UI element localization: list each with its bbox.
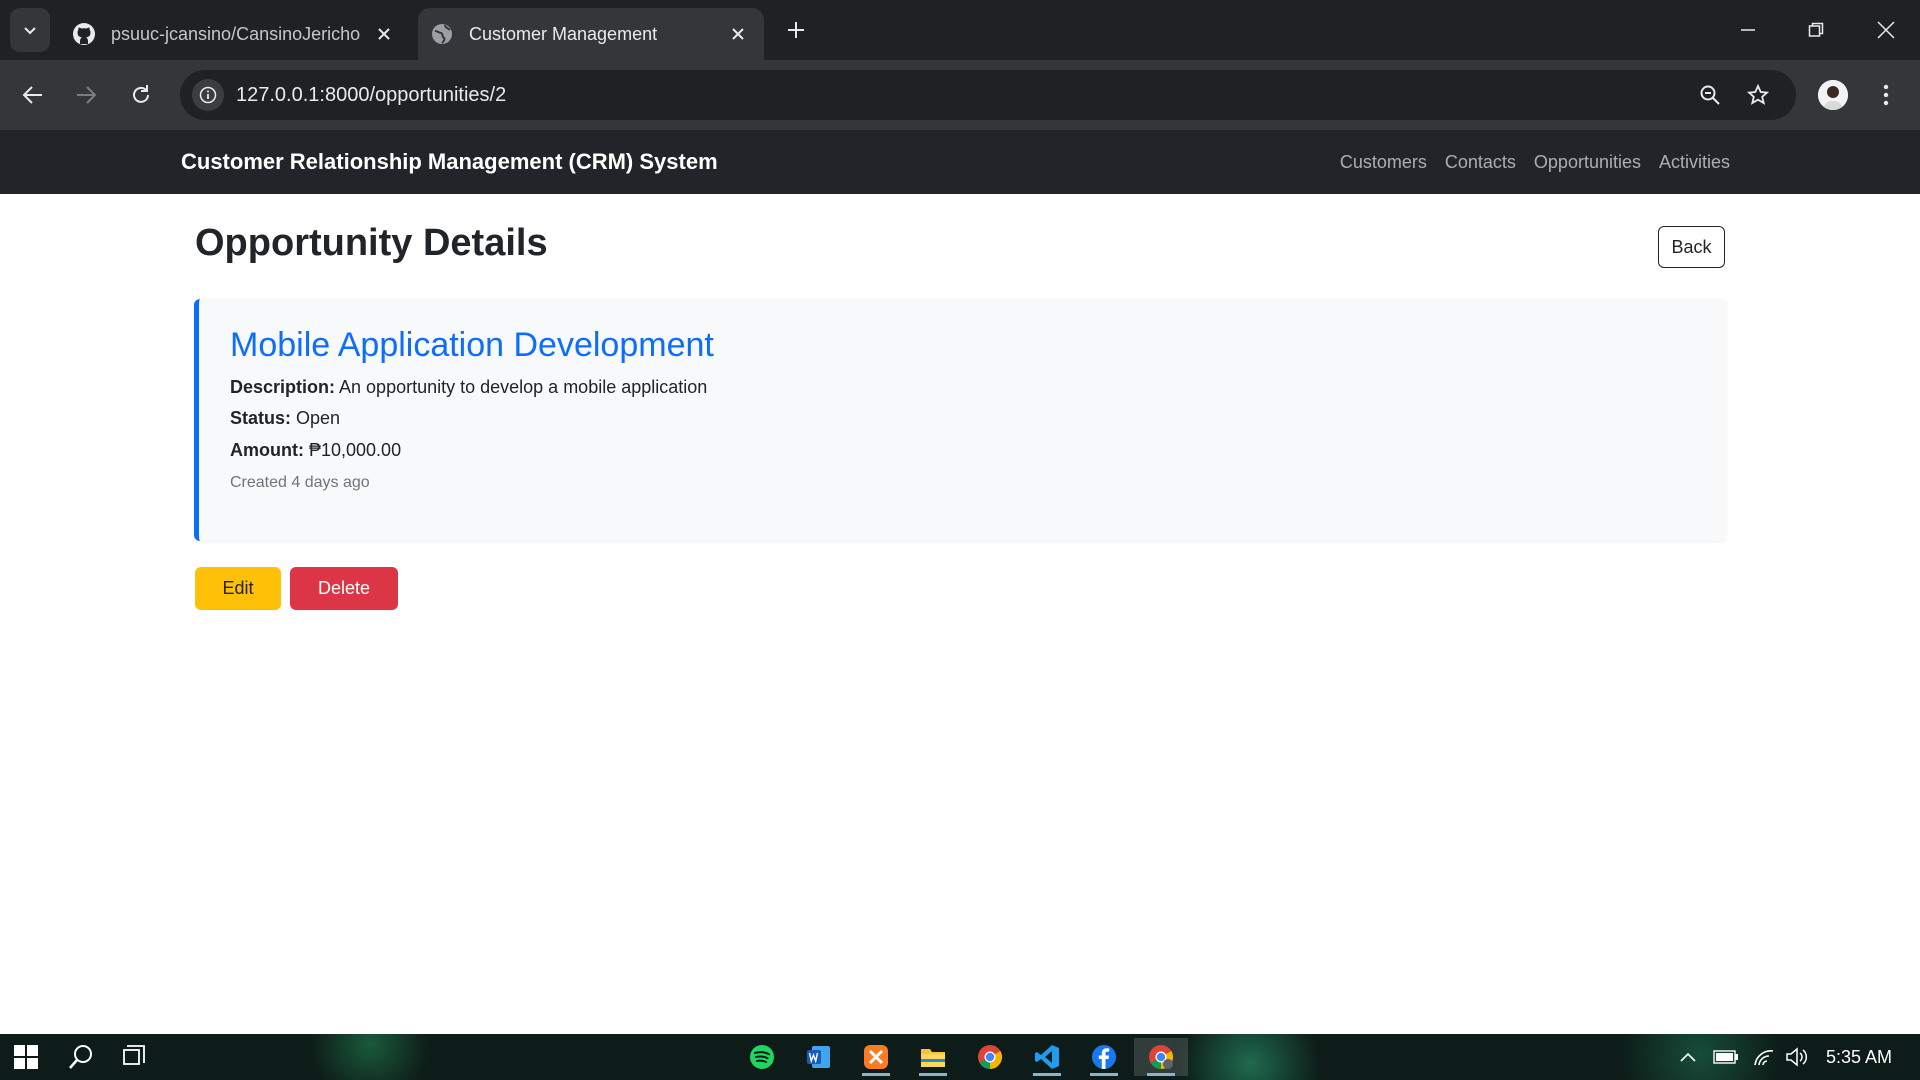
- taskbar-vscode[interactable]: [1025, 1038, 1069, 1076]
- facebook-icon: [1092, 1045, 1116, 1069]
- chevron-down-icon: [24, 27, 36, 35]
- network-status[interactable]: [1750, 1034, 1778, 1080]
- github-icon: [71, 21, 97, 47]
- close-tab-icon[interactable]: [724, 20, 752, 48]
- taskbar-chrome-profile[interactable]: [1134, 1038, 1188, 1076]
- taskbar-file-explorer[interactable]: [911, 1038, 955, 1076]
- zoom-icon[interactable]: [1694, 79, 1726, 111]
- chevron-up-icon: [1680, 1052, 1696, 1062]
- close-tab-icon[interactable]: [370, 20, 398, 48]
- plus-icon: [788, 22, 804, 38]
- wifi-icon: [1754, 1050, 1774, 1066]
- address-bar[interactable]: 127.0.0.1:8000/opportunities/2: [180, 70, 1796, 120]
- start-button[interactable]: [4, 1038, 48, 1076]
- taskbar-facebook[interactable]: [1082, 1038, 1126, 1076]
- taskbar: 5:35 AM: [0, 1034, 1920, 1080]
- amount-value: ₱10,000.00: [309, 440, 402, 460]
- restore-icon: [1808, 22, 1824, 37]
- new-tab-button[interactable]: [780, 14, 812, 46]
- browser-toolbar: 127.0.0.1:8000/opportunities/2: [0, 60, 1920, 130]
- more-vertical-icon: [1883, 84, 1889, 106]
- folder-icon: [921, 1049, 945, 1067]
- close-window-button[interactable]: [1866, 10, 1906, 50]
- taskbar-clock[interactable]: 5:35 AM: [1826, 1034, 1892, 1080]
- navbar-brand[interactable]: Customer Relationship Management (CRM) S…: [181, 130, 718, 194]
- arrow-left-icon: [22, 86, 42, 104]
- spotify-icon: [750, 1045, 774, 1069]
- description-label: Description:: [230, 377, 336, 397]
- word-icon: [807, 1046, 830, 1068]
- arrow-right-icon: [77, 86, 97, 104]
- delete-button[interactable]: Delete: [290, 567, 398, 610]
- minimize-button[interactable]: [1728, 10, 1768, 50]
- amount-field: Amount: ₱10,000.00: [230, 440, 401, 461]
- status-value: Open: [296, 408, 341, 428]
- tab-search-button[interactable]: [10, 8, 50, 52]
- tab-customer-management[interactable]: Customer Management: [418, 8, 764, 60]
- nav-link-opportunities[interactable]: Opportunities: [1534, 152, 1641, 173]
- description-field: Description: An opportunity to develop a…: [230, 377, 707, 398]
- amount-label: Amount:: [230, 440, 304, 460]
- chrome-profile-icon: [1149, 1045, 1174, 1069]
- description-value: An opportunity to develop a mobile appli…: [339, 377, 708, 397]
- app-navbar: Customer Relationship Management (CRM) S…: [0, 130, 1920, 194]
- tab-title: Customer Management: [469, 23, 658, 44]
- task-view-icon: [123, 1045, 145, 1065]
- opportunity-card: Mobile Application Development Descripti…: [194, 299, 1726, 541]
- status-field: Status: Open: [230, 408, 340, 429]
- reload-button[interactable]: [121, 75, 161, 115]
- url-text[interactable]: 127.0.0.1:8000/opportunities/2: [236, 70, 506, 120]
- nav-link-customers[interactable]: Customers: [1340, 152, 1427, 173]
- edit-button[interactable]: Edit: [195, 567, 281, 610]
- nav-link-activities[interactable]: Activities: [1659, 152, 1730, 173]
- battery-icon: [1713, 1050, 1738, 1064]
- battery-status[interactable]: [1712, 1034, 1740, 1080]
- minimize-icon: [1741, 29, 1755, 31]
- restore-button[interactable]: [1796, 10, 1836, 50]
- status-label: Status:: [230, 408, 292, 428]
- back-button[interactable]: Back: [1658, 226, 1725, 268]
- speaker-icon: [1786, 1047, 1808, 1067]
- reload-icon: [133, 85, 149, 103]
- globe-icon: [429, 21, 455, 47]
- chrome-icon: [978, 1045, 1003, 1069]
- taskbar-chrome[interactable]: [968, 1038, 1012, 1076]
- volume-control[interactable]: [1782, 1034, 1812, 1080]
- xampp-icon: [864, 1045, 888, 1069]
- created-timestamp: Created 4 days ago: [230, 474, 370, 491]
- browser-menu-button[interactable]: [1870, 75, 1902, 115]
- taskbar-word[interactable]: [797, 1038, 841, 1076]
- user-avatar-icon: [1818, 80, 1848, 110]
- forward-nav-button[interactable]: [66, 75, 106, 115]
- taskbar-xampp[interactable]: [854, 1038, 898, 1076]
- browser-tab-strip: psuuc-jcansino/CansinoJericho Customer M…: [0, 0, 1920, 60]
- page-title: Opportunity Details: [195, 222, 548, 264]
- taskbar-search-button[interactable]: [59, 1038, 103, 1076]
- navbar-links: Customers Contacts Opportunities Activit…: [1322, 130, 1730, 194]
- taskbar-spotify[interactable]: [740, 1038, 784, 1076]
- search-icon: [69, 1045, 92, 1069]
- nav-link-contacts[interactable]: Contacts: [1445, 152, 1516, 173]
- tray-overflow-button[interactable]: [1676, 1034, 1700, 1080]
- opportunity-name: Mobile Application Development: [230, 326, 714, 364]
- vscode-icon: [1035, 1045, 1059, 1069]
- site-info-icon[interactable]: [192, 79, 224, 111]
- back-nav-button[interactable]: [13, 75, 53, 115]
- tab-title: psuuc-jcansino/CansinoJericho: [111, 23, 361, 44]
- task-view-button[interactable]: [113, 1038, 157, 1076]
- bookmark-star-icon[interactable]: [1742, 79, 1774, 111]
- profile-avatar[interactable]: [1818, 80, 1848, 110]
- tab-github[interactable]: psuuc-jcansino/CansinoJericho: [60, 8, 410, 60]
- windows-icon: [14, 1045, 38, 1069]
- close-icon: [1877, 21, 1895, 39]
